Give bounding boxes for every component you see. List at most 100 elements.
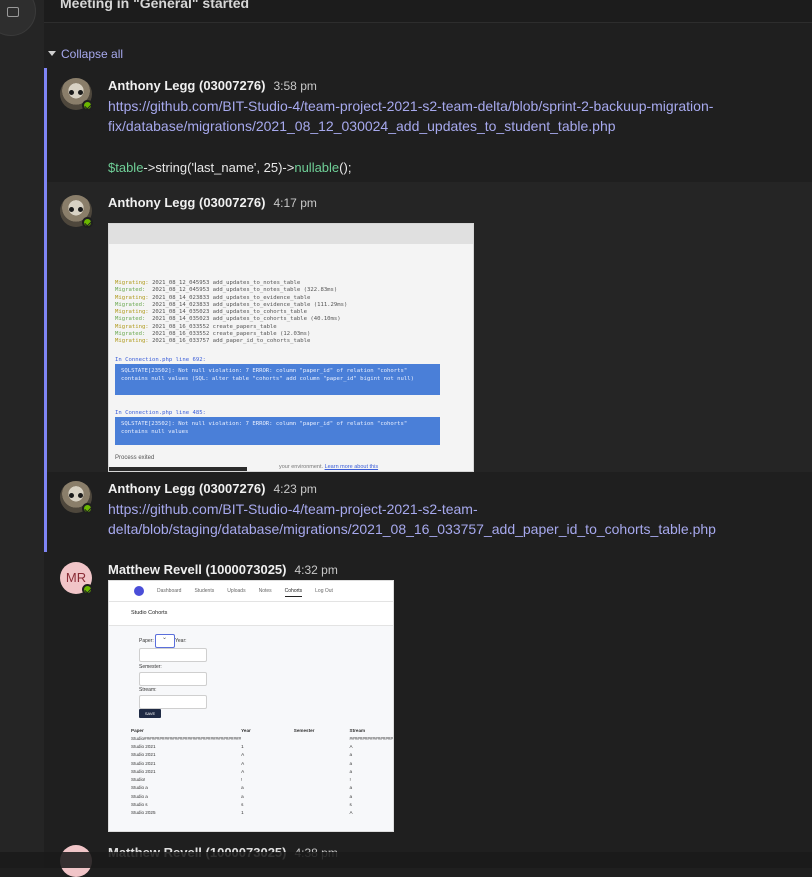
table-cell: Studio 2021 (131, 752, 156, 758)
app-nav-links: Dashboard Students Uploads Notes Cohorts Log … (157, 588, 346, 597)
table-cell: 1 (241, 743, 244, 749)
table-cell: a (241, 793, 244, 799)
log-text: 2021_08_12_045953 add_updates_to_notes_t… (152, 287, 338, 294)
log-tag: Migrating: (115, 280, 149, 286)
table-cell (294, 775, 350, 783)
terminal-screenshot[interactable]: Migrating: 2021_08_12_045953 add_updates… (108, 223, 474, 472)
log-text: 2021_08_14_023833 add_updates_to_evidenc… (152, 294, 311, 301)
table-cell: s (349, 802, 352, 808)
year-input (139, 648, 207, 662)
message-time: 4:23 pm (273, 482, 317, 496)
log-line: Migrating: 2021_08_14_023833 add_updates… (115, 295, 347, 302)
table-cell: Studio 2025 (131, 810, 156, 816)
table-cell: A (241, 760, 245, 766)
message-time: 3:58 pm (273, 79, 317, 93)
table-cell (294, 784, 350, 792)
collapse-all-button[interactable]: Collapse all (48, 47, 123, 61)
log-tag: Migrating: (115, 294, 149, 301)
app-page-title: Studio Cohorts (131, 610, 168, 616)
table-cell: Studio a (131, 793, 148, 799)
cohorts-table: Paper Year Semester Stream Studio#######… (131, 728, 393, 817)
table-cell: s (241, 802, 244, 808)
table-cell: a (349, 793, 353, 799)
paper-select (155, 634, 175, 648)
table-row: Studio!!! (131, 775, 393, 783)
log-text: 2021_08_14_035023 add_updates_to_cohorts… (152, 316, 341, 323)
table-cell (294, 751, 350, 759)
table-cell: Studio s (131, 802, 148, 808)
code-snippet: $table->string('last_name', 25)->nullabl… (108, 160, 351, 175)
stream-input (139, 695, 207, 709)
table-cell: Studio 2021 (131, 760, 156, 766)
log-text: 2021_08_14_023833 add_updates_to_evidenc… (152, 301, 348, 308)
collapse-all-label: Collapse all (61, 47, 124, 61)
tail-text: your environment. (279, 464, 324, 470)
log-text: 2021_08_16_033552 create_papers_table (1… (152, 331, 311, 338)
screenshot-edge (109, 467, 247, 471)
log-line: Migrated: 2021_08_16_033552 create_paper… (115, 331, 347, 338)
table-cell: Studio a (131, 785, 148, 791)
table-cell: Studio! (131, 777, 146, 783)
table-cell: A (241, 768, 245, 774)
available-status-icon (82, 503, 93, 514)
meeting-icon[interactable] (0, 0, 36, 36)
log-line: Migrated: 2021_08_12_045953 add_updates_… (115, 287, 347, 294)
message-link[interactable]: https://github.com/BIT-Studio-4/team-pro… (108, 96, 748, 136)
semester-label: Semester: (139, 664, 162, 670)
table-cell: a (349, 760, 353, 766)
table-row: Studio 2025 1 A (131, 809, 393, 817)
log-tag: Migrated: (115, 287, 149, 294)
process-exited-label: Process exited (115, 455, 155, 461)
available-status-icon (82, 100, 93, 111)
log-line: Migrating: 2021_08_14_035023 add_updates… (115, 309, 347, 316)
screenshot-tail: your environment. Learn more about this (279, 464, 378, 470)
nav-cohorts: Cohorts (284, 588, 303, 597)
log-text: 2021_08_12_045953 add_updates_to_notes_t… (152, 280, 301, 286)
table-row: Studio 2021 Aa (131, 759, 393, 767)
table-cell: 1 (241, 810, 244, 816)
semester-input (139, 672, 207, 686)
log-text: 2021_08_14_035023 add_updates_to_cohorts… (152, 309, 307, 316)
table-cell: Studio 2021 (131, 743, 156, 749)
error-header: In Connection.php line 485: (115, 410, 206, 416)
table-cell: a (349, 768, 353, 774)
log-line: Migrating: 2021_08_16_033757 add_paper_i… (115, 338, 347, 345)
message-time: 4:32 pm (294, 563, 338, 577)
message-link[interactable]: https://github.com/BIT-Studio-4/team-pro… (108, 499, 728, 539)
migration-log: Migrating: 2021_08_12_045953 add_updates… (115, 280, 347, 346)
log-tag: Migrated: (115, 316, 149, 323)
message-author[interactable]: Matthew Revell (1000073025) (108, 562, 286, 577)
message-author[interactable]: Anthony Legg (03007276) (108, 195, 266, 210)
table-cell: a (349, 785, 353, 791)
nav-logout: Log Out (315, 588, 333, 594)
table-cell (241, 734, 294, 742)
year-label: Year: (175, 638, 187, 644)
message-author[interactable]: Anthony Legg (03007276) (108, 481, 266, 496)
meeting-title: Meeting in "General" started (60, 0, 250, 11)
stream-label: Stream: (139, 687, 157, 693)
table-cell (294, 800, 350, 808)
code-end: (); (339, 160, 352, 175)
tail-link: Learn more about this (324, 464, 379, 470)
table-cell: Studio##################################… (131, 735, 242, 741)
table-cell (294, 767, 350, 775)
log-tag: Migrating: (115, 338, 149, 345)
web-app-screenshot[interactable]: Dashboard Students Uploads Notes Cohorts Log … (108, 580, 394, 832)
table-cell (294, 734, 350, 742)
paper-label: Paper: (139, 638, 154, 644)
table-cell (294, 809, 350, 817)
table-cell (294, 742, 350, 750)
error-block: SQLSTATE[23502]: Not null violation: 7 E… (115, 417, 440, 445)
message-author[interactable]: Anthony Legg (03007276) (108, 78, 266, 93)
table-cell (294, 759, 350, 767)
table-row: Studio##################################… (131, 734, 393, 742)
log-text: 2021_08_16_033552 create_papers_table (152, 323, 277, 330)
table-cell: ################# (349, 735, 393, 741)
meeting-banner: Meeting in "General" started (44, 0, 812, 23)
table-row: Studio a a a (131, 792, 393, 800)
left-rail (0, 0, 44, 868)
nav-dashboard: Dashboard (157, 588, 182, 594)
log-line: Migrating: 2021_08_16_033552 create_pape… (115, 324, 347, 331)
table-row: Studio s s s (131, 800, 393, 808)
table-cell: ! (241, 777, 243, 783)
